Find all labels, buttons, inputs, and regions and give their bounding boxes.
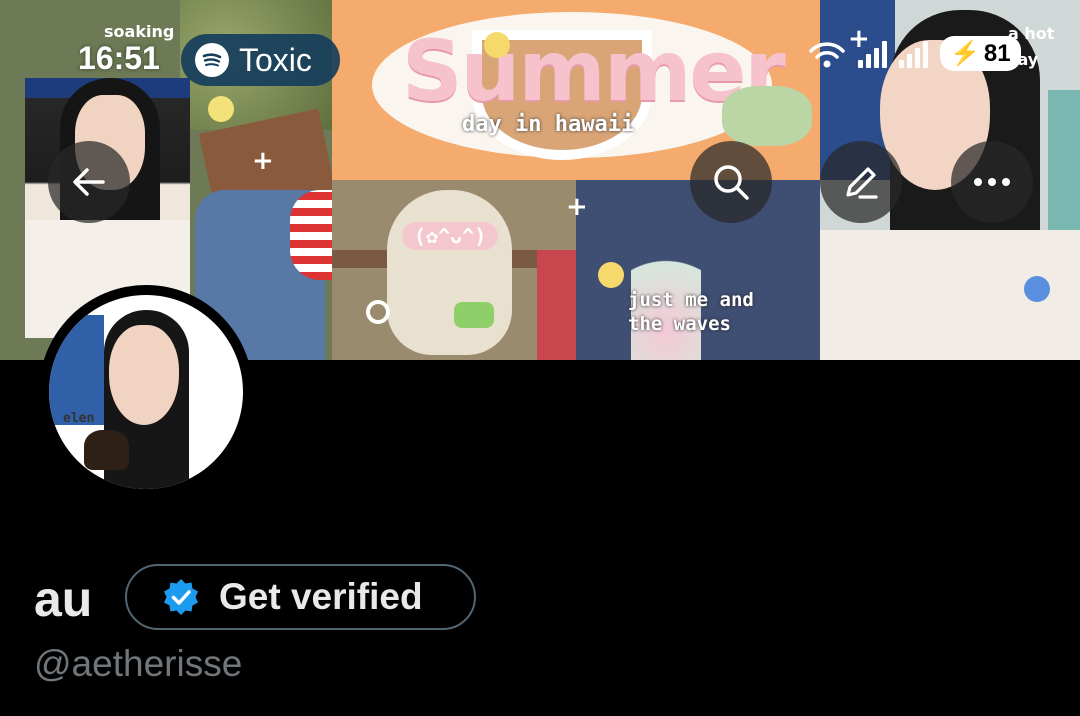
avatar-photo: elen <box>49 295 243 489</box>
banner-plush-tile: (✿^ᴗ^) <box>332 180 576 360</box>
verified-badge-icon <box>164 579 198 615</box>
sparkle-icon: + <box>566 192 588 222</box>
display-name: au <box>34 571 93 627</box>
profile-avatar[interactable]: elen <box>39 285 253 499</box>
now-playing-label: Toxic <box>239 41 312 78</box>
clover-sticker-icon <box>722 86 812 146</box>
search-button[interactable] <box>690 141 772 223</box>
status-time: 16:51 <box>78 40 160 76</box>
avatar-sticker-text: elen <box>63 411 95 426</box>
flower-sticker-icon <box>1024 276 1050 302</box>
wifi-icon <box>809 41 845 67</box>
circle-sticker-icon <box>366 300 390 324</box>
status-icons: ⚡ 81 <box>808 36 1021 71</box>
battery-indicator: ⚡ 81 <box>940 36 1021 71</box>
banner-subtitle: day in hawaii <box>462 112 635 137</box>
signal-1-icon <box>858 40 887 68</box>
get-verified-label: Get verified <box>219 576 423 617</box>
battery-level: 81 <box>983 39 1011 67</box>
flower-sticker-icon <box>484 32 510 58</box>
flower-sticker-icon <box>208 96 234 122</box>
edit-button[interactable] <box>820 141 902 223</box>
sparkle-icon: + <box>252 146 274 176</box>
more-options-button[interactable] <box>951 141 1033 223</box>
now-playing-pill[interactable]: Toxic <box>181 34 340 86</box>
more-horizontal-icon <box>974 178 1010 186</box>
spotify-icon <box>195 43 229 77</box>
flower-sticker-icon <box>598 262 624 288</box>
arrow-left-icon <box>73 168 105 196</box>
edit-icon <box>846 167 878 199</box>
user-handle: @aetherisse <box>34 643 243 684</box>
banner-sticker-text-left: soaking <box>104 22 175 41</box>
banner-caption: just me and the waves <box>628 289 754 335</box>
banner-kaomoji: (✿^ᴗ^) <box>402 222 499 250</box>
back-button[interactable] <box>48 141 130 223</box>
signal-2-icon <box>899 40 928 68</box>
charging-bolt-icon: ⚡ <box>950 40 980 67</box>
search-icon <box>714 165 749 200</box>
get-verified-button[interactable]: Get verified <box>125 564 476 630</box>
